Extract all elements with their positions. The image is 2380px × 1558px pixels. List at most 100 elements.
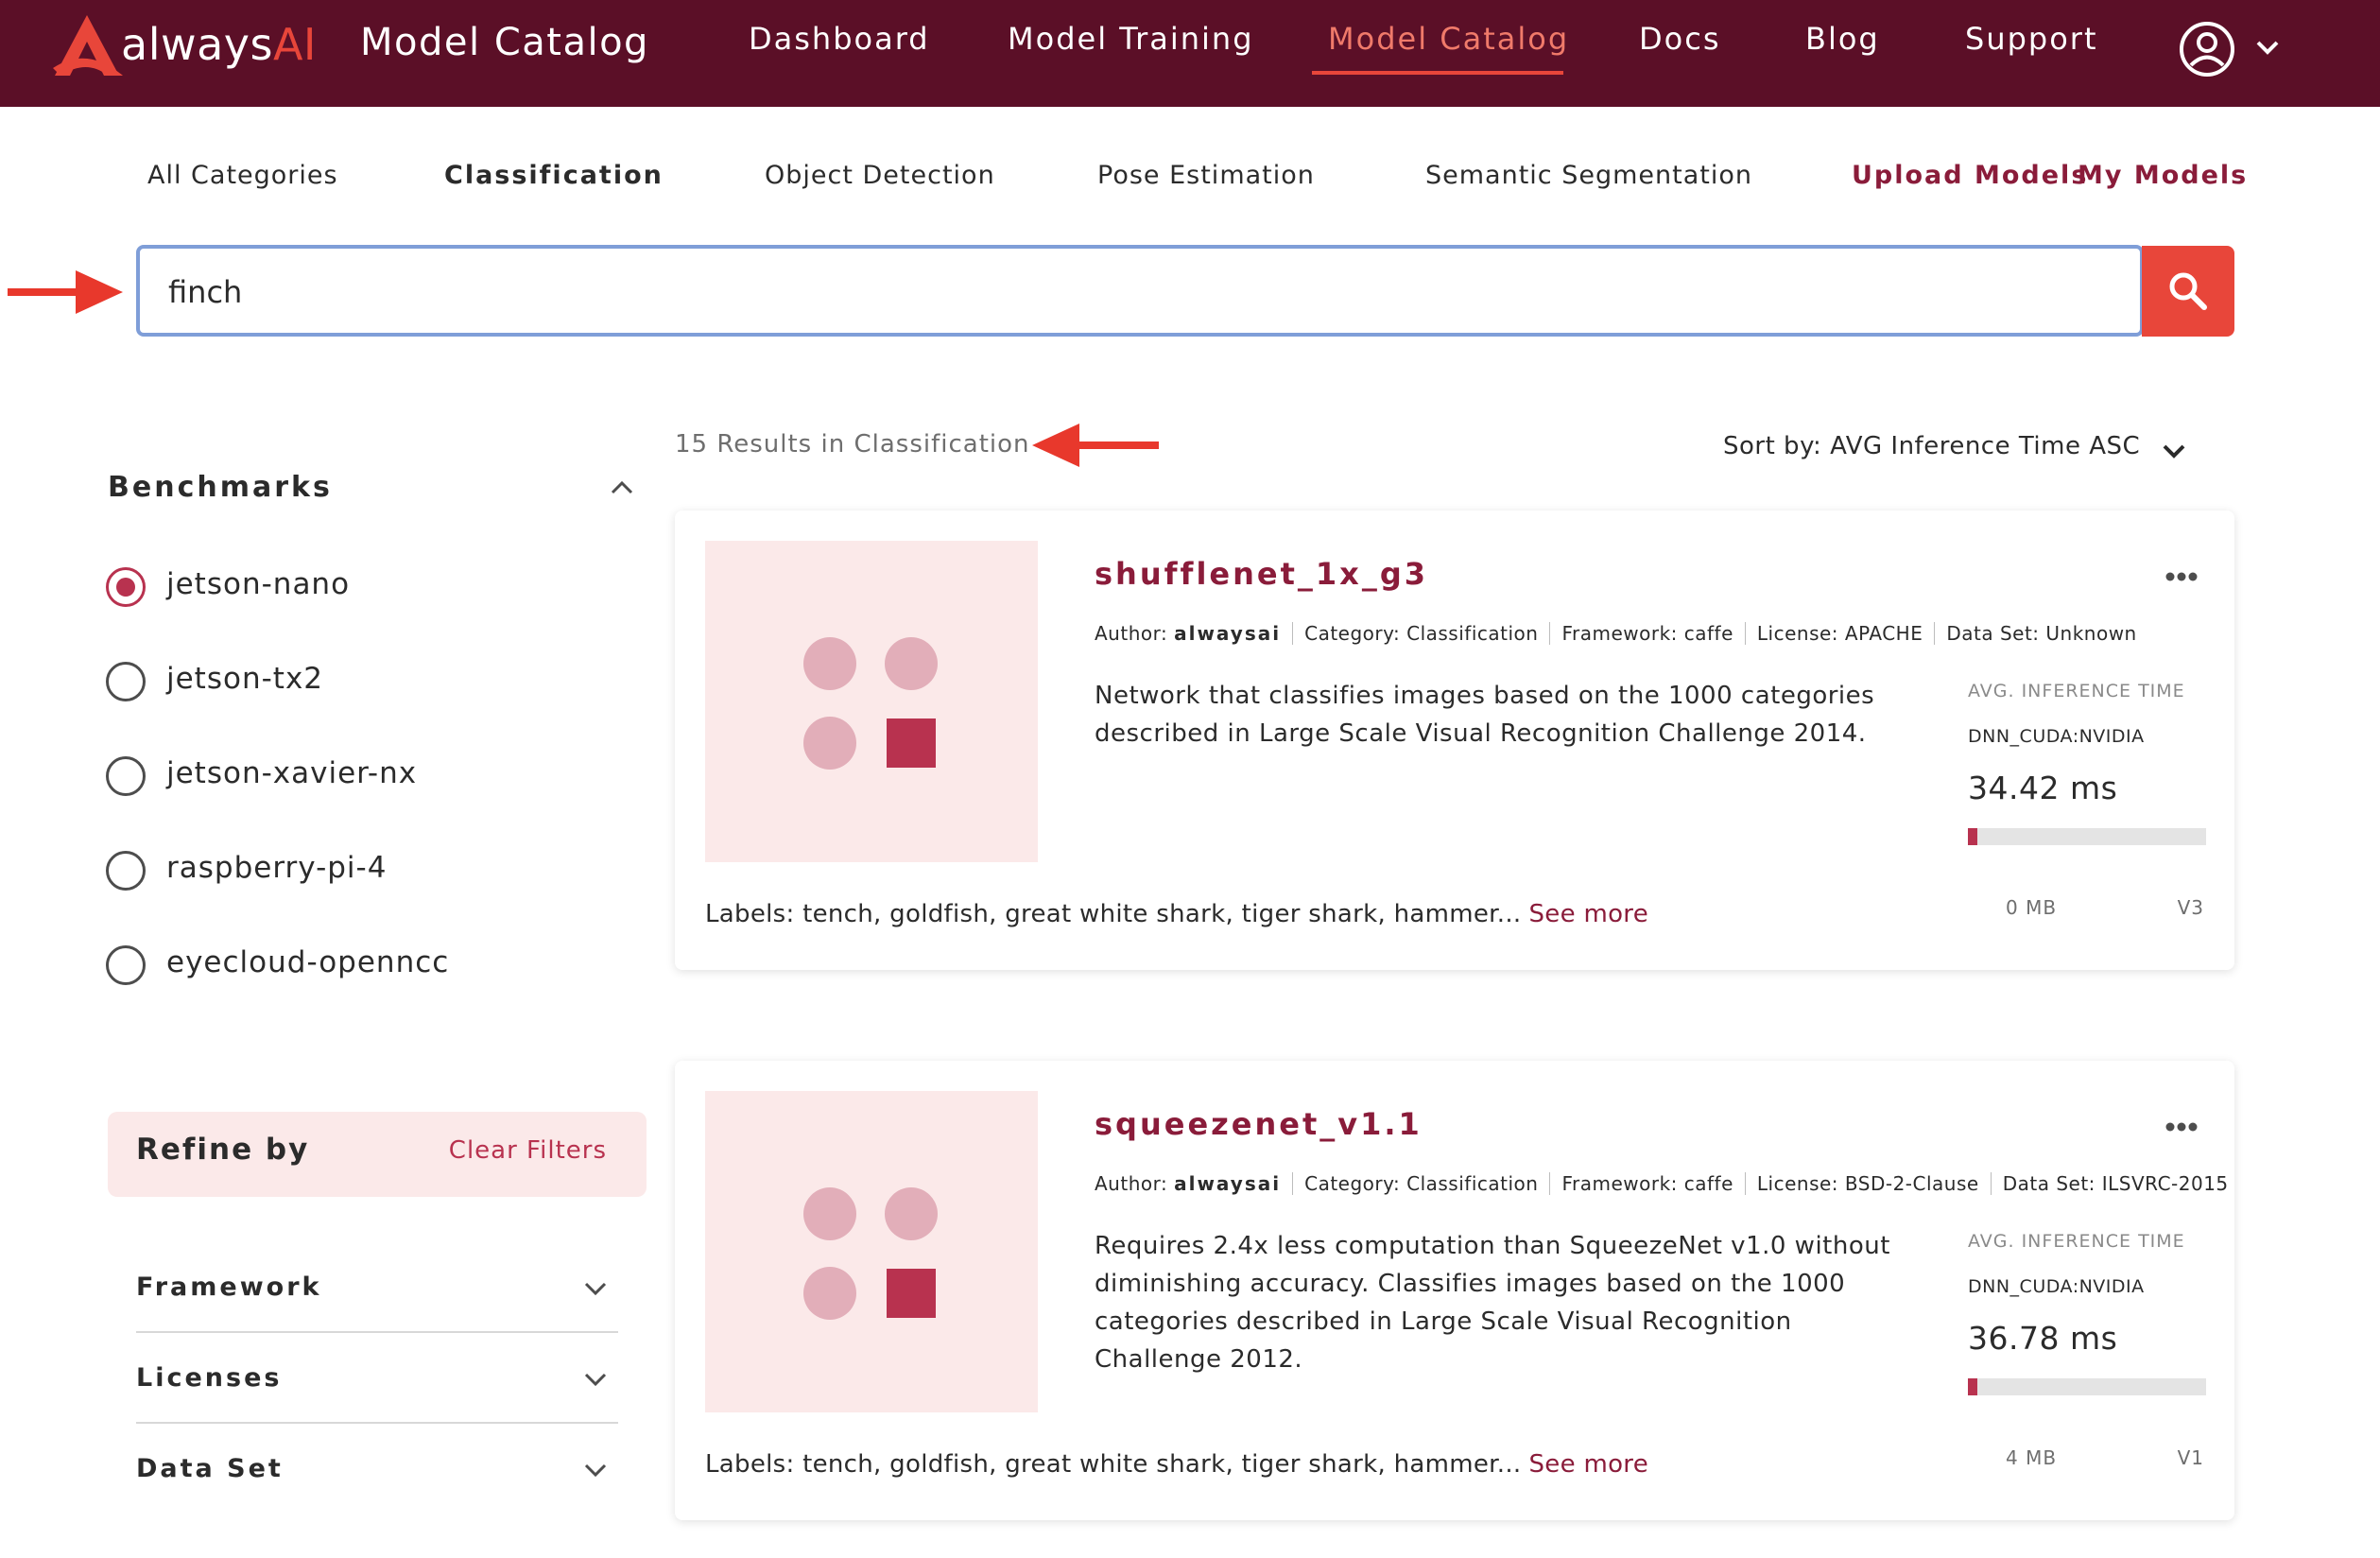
inference-time-bar-fill bbox=[1968, 828, 1978, 845]
benchmark-label: eyecloud-openncc bbox=[166, 945, 450, 979]
author-label: Author: bbox=[1095, 1172, 1168, 1195]
brand-logo-text[interactable]: alwaysAI bbox=[121, 19, 317, 70]
labels-text: Labels: tench, goldfish, great white sha… bbox=[705, 900, 1522, 928]
inference-time-value: 36.78 ms bbox=[1968, 1320, 2118, 1357]
filter-label: Framework bbox=[136, 1272, 322, 1302]
app-title: Model Catalog bbox=[360, 21, 649, 64]
license-value: License: APACHE bbox=[1756, 622, 1923, 645]
chevron-down-icon[interactable] bbox=[2253, 36, 2282, 59]
tab-object-detection[interactable]: Object Detection bbox=[765, 161, 995, 190]
dataset-value: Data Set: Unknown bbox=[1946, 622, 2137, 645]
search-icon bbox=[2169, 272, 2207, 310]
labels-text: Labels: tench, goldfish, great white sha… bbox=[705, 1450, 1522, 1479]
author-value: alwaysai bbox=[1174, 622, 1282, 645]
nav-support[interactable]: Support bbox=[1965, 21, 2098, 57]
see-more-link[interactable]: See more bbox=[1528, 900, 1648, 928]
model-size: 0 MB bbox=[2006, 896, 2058, 919]
license-value: License: BSD-2-Clause bbox=[1756, 1172, 1979, 1195]
model-name-link[interactable]: shufflenet_1x_g3 bbox=[1095, 556, 1428, 592]
model-thumbnail[interactable] bbox=[705, 541, 1038, 862]
top-navbar: alwaysAI Model Catalog Dashboard Model T… bbox=[0, 0, 2380, 107]
category-value: Category: Classification bbox=[1304, 1172, 1539, 1195]
thumbnail-shape bbox=[885, 637, 938, 690]
benchmark-label: jetson-xavier-nx bbox=[166, 756, 418, 790]
thumbnail-shape bbox=[803, 637, 856, 690]
model-version: V1 bbox=[2177, 1446, 2204, 1469]
tab-classification[interactable]: Classification bbox=[444, 161, 664, 190]
benchmark-label: jetson-tx2 bbox=[166, 662, 324, 696]
clear-filters-link[interactable]: Clear Filters bbox=[449, 1136, 607, 1165]
chevron-up-icon[interactable] bbox=[609, 477, 635, 498]
radio-button[interactable] bbox=[106, 851, 146, 891]
sort-dropdown[interactable]: Sort by: AVG Inference Time ASC bbox=[1723, 432, 2140, 460]
user-circle-icon[interactable] bbox=[2179, 21, 2235, 78]
radio-button-checked[interactable] bbox=[106, 567, 146, 607]
model-card[interactable]: squeezenet_v1.1 Author: alwaysai Category… bbox=[675, 1061, 2234, 1520]
annotation-arrow-right-icon bbox=[8, 270, 123, 314]
model-thumbnail[interactable] bbox=[705, 1091, 1038, 1412]
upload-models-link[interactable]: Upload Models bbox=[1852, 161, 2088, 190]
model-labels: Labels: tench, goldfish, great white sha… bbox=[705, 900, 1648, 928]
model-metadata: Author: alwaysai Category: Classification… bbox=[1095, 622, 2137, 645]
nav-docs[interactable]: Docs bbox=[1639, 21, 1720, 57]
thumbnail-shape bbox=[803, 1267, 856, 1320]
see-more-link[interactable]: See more bbox=[1528, 1450, 1648, 1479]
more-options-icon[interactable] bbox=[2164, 1121, 2199, 1133]
nav-model-training[interactable]: Model Training bbox=[1008, 21, 1254, 57]
tab-semantic-segmentation[interactable]: Semantic Segmentation bbox=[1425, 161, 1752, 190]
model-card[interactable]: shufflenet_1x_g3 Author: alwaysai Categor… bbox=[675, 511, 2234, 970]
inference-time-bar bbox=[1968, 1378, 2206, 1395]
divider bbox=[136, 1422, 618, 1424]
filter-data-set[interactable]: Data Set bbox=[136, 1454, 618, 1545]
chevron-down-icon bbox=[584, 1282, 607, 1296]
model-size: 4 MB bbox=[2006, 1446, 2058, 1469]
nav-dashboard[interactable]: Dashboard bbox=[749, 21, 930, 57]
model-name-link[interactable]: squeezenet_v1.1 bbox=[1095, 1106, 1423, 1142]
radio-button[interactable] bbox=[106, 756, 146, 796]
search-input[interactable] bbox=[168, 268, 2096, 317]
inference-engine: DNN_CUDA:NVIDIA bbox=[1968, 1276, 2145, 1297]
nav-model-catalog[interactable]: Model Catalog bbox=[1328, 21, 1569, 57]
thumbnail-shape bbox=[885, 1187, 938, 1240]
framework-value: Framework: caffe bbox=[1561, 622, 1733, 645]
filter-framework[interactable]: Framework bbox=[136, 1272, 618, 1363]
results-count: 15 Results in Classification bbox=[675, 430, 1030, 459]
chevron-down-icon[interactable] bbox=[2161, 441, 2187, 461]
tab-pose-estimation[interactable]: Pose Estimation bbox=[1097, 161, 1315, 190]
thumbnail-shape bbox=[887, 1269, 936, 1318]
nav-blog[interactable]: Blog bbox=[1805, 21, 1880, 57]
inference-engine: DNN_CUDA:NVIDIA bbox=[1968, 726, 2145, 747]
category-value: Category: Classification bbox=[1304, 622, 1539, 645]
my-models-link[interactable]: My Models bbox=[2078, 161, 2248, 190]
refine-by-title: Refine by bbox=[136, 1133, 310, 1167]
benchmarks-title: Benchmarks bbox=[108, 471, 333, 504]
author-value: alwaysai bbox=[1174, 1172, 1282, 1195]
active-nav-underline bbox=[1312, 71, 1563, 75]
model-labels: Labels: tench, goldfish, great white sha… bbox=[705, 1450, 1648, 1479]
thumbnail-shape bbox=[803, 1187, 856, 1240]
benchmark-label: raspberry-pi-4 bbox=[166, 851, 388, 885]
benchmark-label: jetson-nano bbox=[166, 567, 351, 601]
refine-by-panel: Refine by Clear Filters bbox=[108, 1112, 647, 1197]
author-label: Author: bbox=[1095, 622, 1168, 645]
more-options-icon[interactable] bbox=[2164, 571, 2199, 582]
radio-button[interactable] bbox=[106, 662, 146, 701]
inference-title: AVG. INFERENCE TIME bbox=[1968, 1231, 2185, 1252]
search-button[interactable] bbox=[2142, 246, 2234, 337]
model-description: Network that classifies images based on … bbox=[1095, 682, 1875, 748]
search-box bbox=[136, 245, 2144, 337]
annotation-arrow-left-icon bbox=[1032, 424, 1159, 467]
inference-time-bar bbox=[1968, 828, 2206, 845]
inference-title: AVG. INFERENCE TIME bbox=[1968, 681, 2185, 701]
model-metadata: Author: alwaysai Category: Classification… bbox=[1095, 1172, 2229, 1195]
thumbnail-shape bbox=[887, 718, 936, 768]
filter-licenses[interactable]: Licenses bbox=[136, 1363, 618, 1454]
chevron-down-icon bbox=[584, 1463, 607, 1478]
chevron-down-icon bbox=[584, 1373, 607, 1387]
model-version: V3 bbox=[2177, 896, 2204, 919]
tab-all-categories[interactable]: All Categories bbox=[147, 161, 338, 190]
radio-button[interactable] bbox=[106, 945, 146, 985]
filter-label: Data Set bbox=[136, 1454, 284, 1483]
alwaysai-logo-icon[interactable] bbox=[49, 13, 125, 79]
framework-value: Framework: caffe bbox=[1561, 1172, 1733, 1195]
